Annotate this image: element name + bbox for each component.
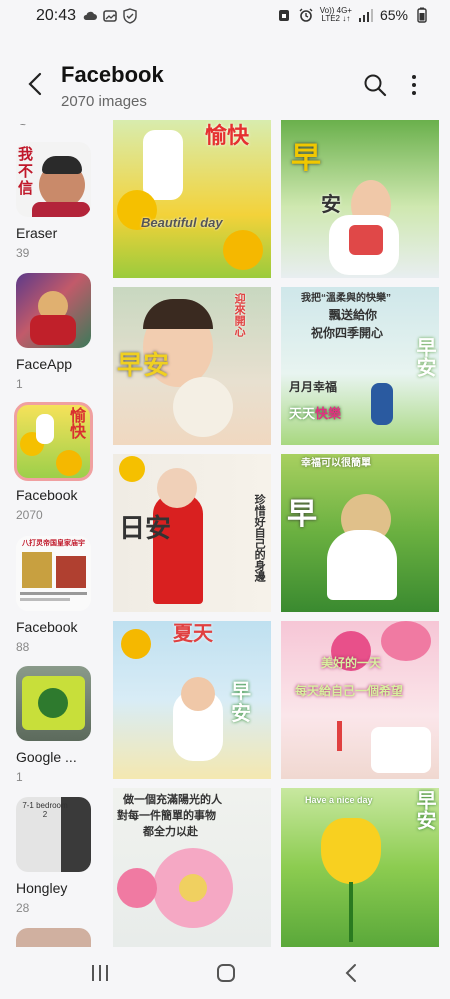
battery-percent: 65% [379,7,408,23]
album-item-facebook-88[interactable]: 八打灵帝国皇家庙宇 Facebook 88 [16,536,106,654]
album-thumbnail: 愉快 [14,402,93,481]
image-grid: 愉快 Beautiful day 早 安 早安 迎來開心 我把“溫柔與的快樂” … [113,120,439,947]
album-item-partial[interactable] [16,928,106,947]
alarm-icon [299,8,313,22]
network-indicator: Vo)) 4G+ LTE2 ↓↑ [319,6,352,23]
album-item-google[interactable]: Google ... 1 [16,666,106,784]
image-tile[interactable]: 日安 珍惜好自己的身邊 [113,454,271,612]
image-tile[interactable]: 夏天 早安 [113,621,271,779]
image-count: 2070 images [61,93,147,110]
alarm-lock-icon [278,10,289,21]
album-thumbnail: 八打灵帝国皇家庙宇 [16,536,91,611]
back-arrow-icon[interactable] [22,70,50,98]
album-thumbnail [16,666,91,741]
gallery-notification-icon [103,10,117,22]
navigation-bar [0,947,450,999]
more-options-icon[interactable] [402,72,426,98]
album-thumbnail [16,928,91,947]
album-thumbnail [16,273,91,348]
status-bar: 20:43 Vo)) 4G+ LTE2 ↓↑ 65% [0,0,450,34]
album-item-eraser[interactable]: 我不信 Eraser 39 [16,142,106,260]
battery-icon [417,7,427,23]
recent-apps-icon[interactable] [88,961,112,985]
scroll-hint: ~ [20,120,26,131]
album-item-faceapp[interactable]: FaceApp 1 [16,273,106,391]
album-item-hongley[interactable]: 7-1 bedroom 2 Hongley 28 [16,797,106,915]
back-nav-icon[interactable] [340,961,364,985]
page-title: Facebook [61,62,164,87]
album-item-facebook-selected[interactable]: 愉快 Facebook 2070 [14,402,106,522]
album-thumbnail: 我不信 [16,142,91,217]
image-tile[interactable]: Have a nice day 早安 [281,788,439,947]
image-tile[interactable]: 我把“溫柔與的快樂” 飄送給你 祝你四季開心 月月幸福 天天快樂 早安 [281,287,439,445]
album-thumbnail: 7-1 bedroom 2 [16,797,91,872]
image-tile[interactable]: 早 安 [281,120,439,278]
image-tile[interactable]: 早 幸福可以很簡單 [281,454,439,612]
shield-icon [123,8,137,24]
home-icon[interactable] [214,961,238,985]
image-tile[interactable]: 早安 迎來開心 [113,287,271,445]
image-tile[interactable]: 愉快 Beautiful day [113,120,271,278]
image-tile[interactable]: 美好的一天 每天給自己一個希望 [281,621,439,779]
status-time: 20:43 [36,7,77,24]
search-icon[interactable] [362,72,388,98]
signal-icon [358,9,373,22]
image-tile[interactable]: 做一個充滿陽光的人 對每一件簡單的事物 都全力以赴 [113,788,271,947]
cloud-icon [83,11,97,20]
